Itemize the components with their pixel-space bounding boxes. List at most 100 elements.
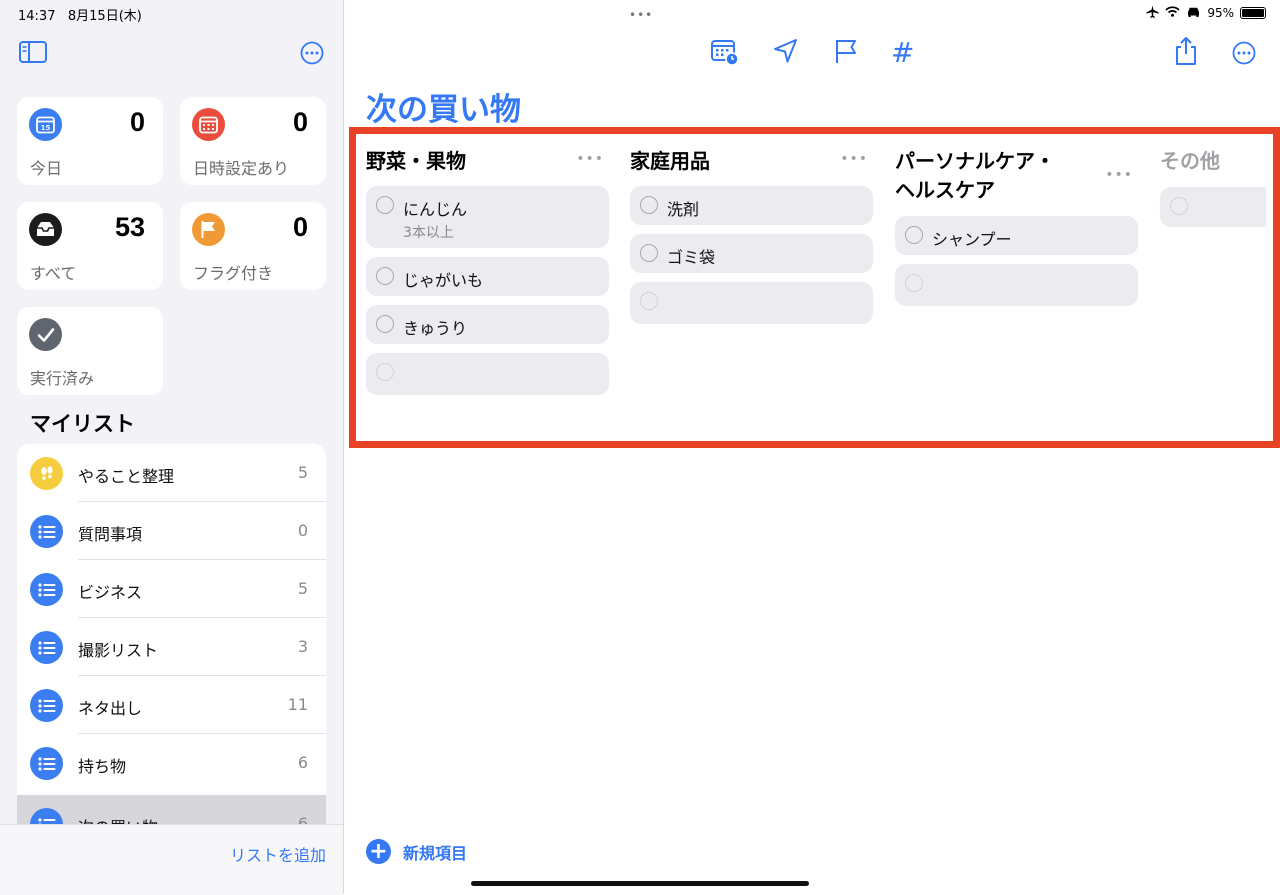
battery-icon <box>1240 7 1266 19</box>
tile-scheduled[interactable]: 0 日時設定あり <box>180 97 326 185</box>
date-time-icon[interactable] <box>711 38 739 70</box>
list-bullet-icon <box>30 808 63 824</box>
tile-count: 0 <box>292 212 308 242</box>
car-icon <box>1186 6 1201 20</box>
list-item[interactable]: やること整理 5 <box>17 444 326 502</box>
footprints-icon <box>30 457 63 490</box>
list-count: 11 <box>287 695 308 714</box>
checkmark-icon <box>29 318 62 351</box>
status-time: 14:37 8月15日(木) <box>18 9 142 24</box>
column-more-icon[interactable]: ••• <box>840 151 868 167</box>
new-reminder-placeholder[interactable] <box>630 282 873 324</box>
more-options-icon[interactable] <box>1232 41 1256 69</box>
list-bullet-icon <box>30 689 63 722</box>
reminder-text: にんじん <box>403 200 468 219</box>
column-title-line: ヘルスケア <box>895 178 995 202</box>
list-item[interactable]: 質問事項 0 <box>17 502 326 560</box>
reminder-text: きゅうり <box>403 319 468 338</box>
new-reminder-placeholder[interactable] <box>1160 187 1266 227</box>
list-name: 次の買い物 <box>78 814 158 824</box>
my-lists: やること整理 5 質問事項 0 ビジネス 5 撮影リスト 3 ネタ出し 11 持… <box>17 444 326 824</box>
list-bullet-icon <box>30 515 63 548</box>
multitasking-handle[interactable]: ••• <box>629 8 653 22</box>
reminder-text: シャンプー <box>932 230 1012 249</box>
status-indicators: 95% <box>1146 5 1266 21</box>
checkbox-circle[interactable] <box>376 315 394 333</box>
tile-label: 日時設定あり <box>193 159 290 178</box>
column-more-icon[interactable]: ••• <box>576 151 604 167</box>
calendar-day-number: 15 <box>41 124 51 132</box>
tile-label: フラグ付き <box>193 264 274 283</box>
flag-icon[interactable] <box>834 38 858 68</box>
list-item[interactable]: ビジネス 5 <box>17 560 326 618</box>
flag-icon <box>192 213 225 246</box>
reminder-item[interactable]: シャンプー <box>895 216 1138 255</box>
reminder-item[interactable]: 洗剤 <box>630 186 873 225</box>
list-item-selected[interactable]: 次の買い物 6 <box>17 795 326 824</box>
wifi-icon <box>1165 6 1180 20</box>
checkbox-circle[interactable] <box>376 267 394 285</box>
empty-checkbox-circle <box>1170 197 1188 215</box>
new-reminder-placeholder[interactable] <box>366 353 609 395</box>
more-options-icon[interactable] <box>300 41 324 69</box>
my-lists-heading: マイリスト <box>30 412 135 436</box>
column-more-icon[interactable]: ••• <box>1105 167 1133 183</box>
tile-count: 0 <box>292 107 308 137</box>
empty-checkbox-circle <box>640 292 658 310</box>
column-title: 家庭用品 <box>630 149 710 173</box>
tile-label: すべて <box>30 264 77 283</box>
list-count: 5 <box>297 463 308 482</box>
battery-percent: 95% <box>1207 6 1234 20</box>
tag-icon[interactable]: # <box>891 36 914 69</box>
tray-icon <box>29 213 62 246</box>
checkbox-circle[interactable] <box>376 196 394 214</box>
checkbox-circle[interactable] <box>640 244 658 262</box>
tile-all[interactable]: 53 すべて <box>17 202 163 290</box>
home-indicator <box>471 881 809 886</box>
calendar-grid-icon <box>192 108 225 141</box>
list-count: 6 <box>297 753 308 772</box>
reminder-item[interactable]: ゴミ袋 <box>630 234 873 273</box>
list-name: 質問事項 <box>78 525 143 544</box>
sidebar-toggle-icon[interactable] <box>19 41 47 67</box>
column-title-line: パーソナルケア・ <box>895 149 1055 173</box>
tile-today[interactable]: 15 0 今日 <box>17 97 163 185</box>
sidebar: 14:37 8月15日(木) 15 0 今日 0 日時設定あり 53 すべて 0… <box>0 0 344 895</box>
share-icon[interactable] <box>1174 36 1198 70</box>
list-name: 持ち物 <box>78 757 127 776</box>
reminder-item[interactable]: きゅうり <box>366 305 609 344</box>
list-name: ネタ出し <box>78 699 143 718</box>
list-item[interactable]: 持ち物 6 <box>17 734 326 792</box>
reminder-item[interactable]: じゃがいも <box>366 257 609 296</box>
airplane-icon <box>1146 5 1159 21</box>
checkbox-circle[interactable] <box>640 196 658 214</box>
reminder-text: 洗剤 <box>667 200 700 219</box>
list-item[interactable]: ネタ出し 11 <box>17 676 326 734</box>
new-item-button[interactable]: + 新規項目 <box>366 839 467 864</box>
column-title: パーソナルケア・ ヘルスケア <box>895 147 1055 205</box>
list-bullet-icon <box>30 631 63 664</box>
page-title: 次の買い物 <box>366 92 521 128</box>
new-reminder-placeholder[interactable] <box>895 264 1138 306</box>
list-bullet-icon <box>30 573 63 606</box>
tile-count: 0 <box>129 107 145 137</box>
tile-flagged[interactable]: 0 フラグ付き <box>180 202 326 290</box>
checkbox-circle[interactable] <box>905 226 923 244</box>
list-item[interactable]: 撮影リスト 3 <box>17 618 326 676</box>
empty-checkbox-circle <box>376 363 394 381</box>
tile-count: 53 <box>114 212 145 242</box>
column-title: その他 <box>1160 149 1220 173</box>
reminder-item[interactable]: にんじん 3本以上 <box>366 186 609 248</box>
tile-completed[interactable]: 実行済み <box>17 307 163 395</box>
calendar-icon: 15 <box>29 108 62 141</box>
new-item-label: 新規項目 <box>403 843 468 863</box>
list-name: ビジネス <box>78 583 143 602</box>
location-icon[interactable] <box>773 38 799 68</box>
list-bullet-icon <box>30 747 63 780</box>
tile-label: 実行済み <box>30 369 95 388</box>
list-name: 撮影リスト <box>78 641 159 660</box>
add-list-button[interactable]: リストを追加 <box>230 842 326 866</box>
sidebar-footer: リストを追加 <box>0 824 343 895</box>
column-other: その他 <box>1160 147 1266 247</box>
column-title: 野菜・果物 <box>366 149 466 173</box>
